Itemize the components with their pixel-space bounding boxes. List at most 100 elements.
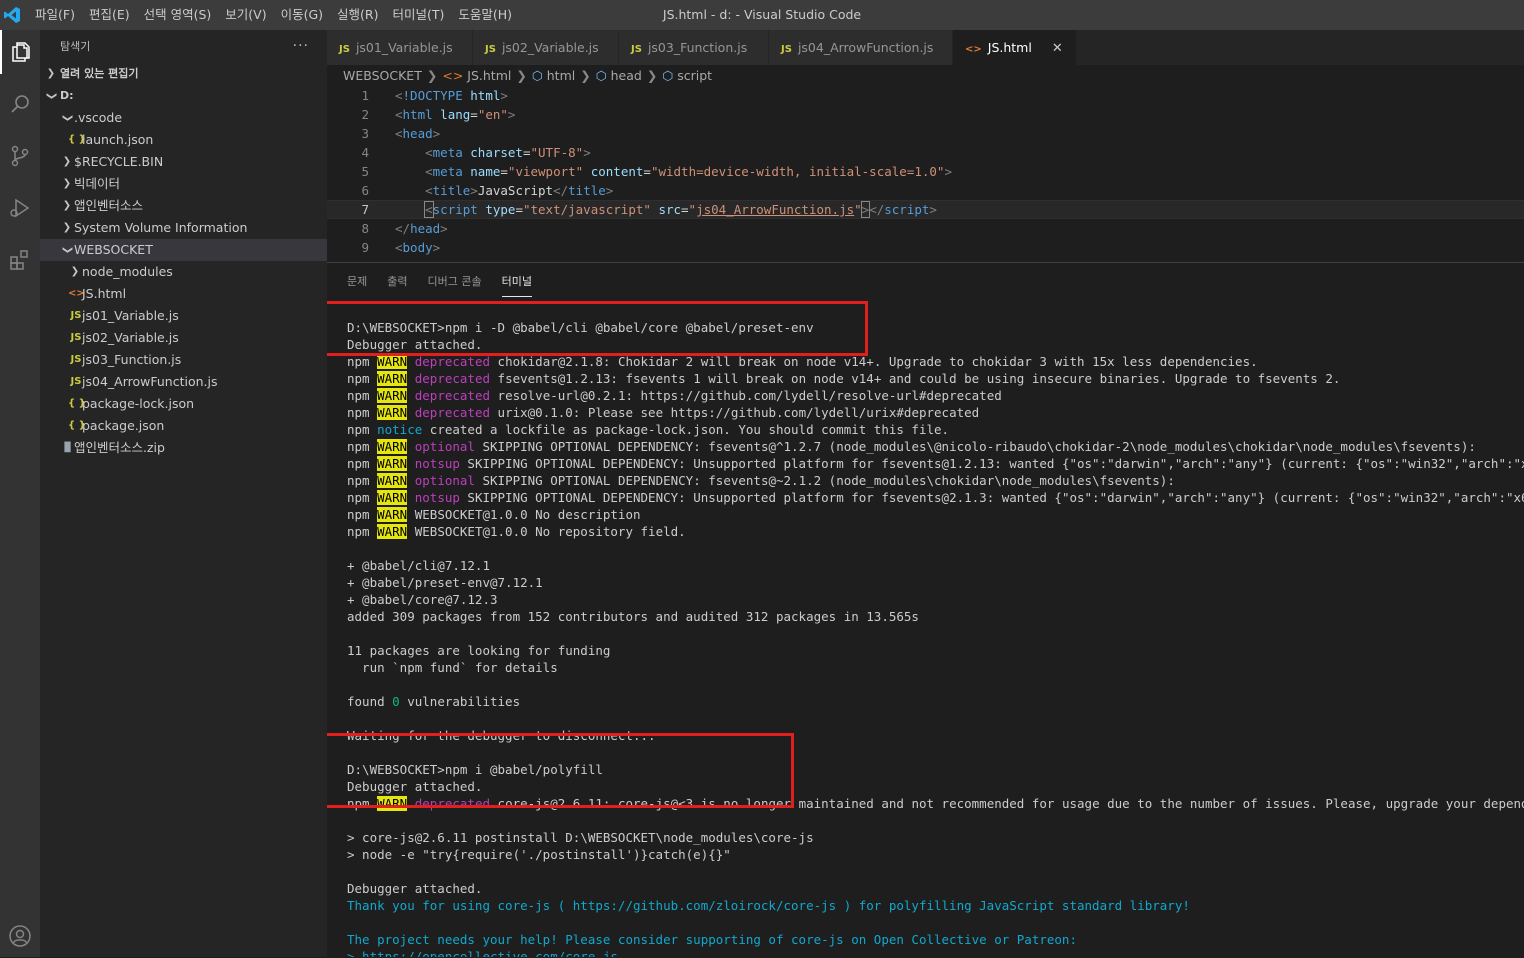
breadcrumb-item[interactable]: WEBSOCKET [343, 68, 422, 83]
tab-terminal[interactable]: 터미널 [501, 269, 532, 297]
html-file-icon: <> [965, 44, 982, 55]
terminal-line: npm notice created a lockfile as package… [347, 422, 950, 437]
menu-view[interactable]: 보기(V) [218, 0, 273, 30]
tab-js02[interactable]: JS js02_Variable.js [473, 30, 619, 65]
menu-terminal[interactable]: 터미널(T) [386, 0, 452, 30]
element-icon: ⬡ [662, 68, 674, 83]
tree-item-label: launch.json [82, 132, 154, 147]
line-number: 6 [361, 183, 369, 198]
open-editors-section[interactable]: ❯ 열려 있는 편집기 [40, 63, 327, 85]
extensions-icon[interactable] [0, 238, 40, 282]
chevron-right-icon: ❯ [646, 68, 658, 83]
tree-item-label: 앱인벤터소스.zip [74, 440, 165, 455]
run-debug-icon[interactable] [0, 186, 40, 230]
tree-item[interactable]: ❯ WEBSOCKET [40, 239, 327, 261]
code-line: <meta charset="UTF-8"> [425, 145, 591, 160]
menu-file[interactable]: 파일(F) [28, 0, 82, 30]
tree-item[interactable]: { } package-lock.json [40, 393, 327, 415]
menu-selection[interactable]: 선택 영역(S) [137, 0, 219, 30]
tab-js03[interactable]: JS js03_Function.js [619, 30, 769, 65]
panel-tabs: 문제 출력 디버그 콘솔 터미널 [347, 269, 552, 297]
tab-label: JS.html [987, 40, 1032, 55]
line-number: 7 [361, 202, 369, 217]
tree-item-label: package.json [82, 418, 165, 433]
tree-item-label: node_modules [82, 264, 173, 279]
tree-item[interactable]: JS js04_ArrowFunction.js [40, 371, 327, 393]
tab-problems[interactable]: 문제 [347, 269, 367, 297]
menu-go[interactable]: 이동(G) [274, 0, 330, 30]
js-file-icon: JS [781, 44, 792, 55]
terminal-line: npm WARN optional SKIPPING OPTIONAL DEPE… [347, 439, 1476, 454]
bottom-panel: 문제 출력 디버그 콘솔 터미널 D:\WEBSOCKET>npm i -D @… [327, 262, 1524, 957]
tree-item[interactable]: <> JS.html [40, 283, 327, 305]
tree-item[interactable]: ❯ 앱인벤터소스 [40, 195, 327, 217]
code-editor[interactable]: 1 2 3 4 5 6 7 8 9 <!DOCTYPE html> <html … [327, 87, 1524, 259]
breadcrumb-item[interactable]: script [677, 68, 712, 83]
breadcrumb-item[interactable]: JS.html [467, 68, 511, 83]
tree-item[interactable]: ❯ .vscode [40, 107, 327, 129]
editor-tabs: JS js01_Variable.js JS js02_Variable.js JS… [327, 30, 1524, 65]
explorer-header: 탐색기 ··· [40, 30, 327, 63]
tab-label: js03_Function.js [647, 40, 748, 55]
tree-item-label: JS.html [82, 286, 127, 301]
tree-item[interactable]: JS js02_Variable.js [40, 327, 327, 349]
root-folder-section[interactable]: ❯ D: [40, 85, 327, 107]
terminal-line: npm WARN notsup SKIPPING OPTIONAL DEPEND… [347, 456, 1524, 471]
account-icon[interactable] [0, 914, 40, 958]
chevron-right-icon: ❯ [62, 178, 72, 189]
tree-item[interactable]: ❯ $RECYCLE.BIN [40, 151, 327, 173]
tree-item[interactable]: ❯ node_modules [40, 261, 327, 283]
tree-item-label: 빅데이터 [74, 176, 121, 191]
tree-item[interactable]: ❯ System Volume Information [40, 217, 327, 239]
element-icon: ⬡ [531, 68, 543, 83]
element-icon: ⬡ [595, 68, 607, 83]
tab-js-html[interactable]: <> JS.html ✕ [953, 30, 1077, 65]
html-file-icon: <> [442, 68, 464, 83]
breadcrumb-item[interactable]: html [547, 68, 575, 83]
terminal-line: > core-js@2.6.11 postinstall D:\WEBSOCKE… [347, 830, 814, 845]
tree-item[interactable]: ▉ 앱인벤터소스.zip [40, 437, 327, 459]
tab-output[interactable]: 출력 [387, 269, 407, 297]
tree-item[interactable]: { } launch.json [40, 129, 327, 151]
tree-item[interactable]: ❯ 빅데이터 [40, 173, 327, 195]
tab-label: js02_Variable.js [501, 40, 599, 55]
close-icon[interactable]: ✕ [1052, 41, 1063, 56]
menu-help[interactable]: 도움말(H) [451, 0, 519, 30]
code-line: <body> [395, 240, 441, 255]
terminal-line: added 309 packages from 152 contributors… [347, 609, 919, 624]
file-tree: ❯ .vscode{ } launch.json ❯ $RECYCLE.BIN ❯ 빅데이터… [40, 107, 327, 459]
tree-item-label: $RECYCLE.BIN [74, 154, 164, 169]
tree-item[interactable]: JS js01_Variable.js [40, 305, 327, 327]
menu-run[interactable]: 실행(R) [330, 0, 385, 30]
line-number: 1 [361, 88, 369, 103]
tab-js01[interactable]: JS js01_Variable.js [327, 30, 473, 65]
chevron-right-icon: ❯ [70, 266, 80, 277]
code-line: <html lang="en"> [395, 107, 516, 122]
chevron-right-icon: ❯ [62, 156, 72, 167]
terminal-output[interactable]: D:\WEBSOCKET>npm i -D @babel/cli @babel/… [347, 319, 1524, 957]
source-control-icon[interactable] [0, 134, 40, 178]
tree-item[interactable]: { } package.json [40, 415, 327, 437]
tab-debug-console[interactable]: 디버그 콘솔 [428, 269, 482, 297]
more-actions-icon[interactable]: ··· [293, 30, 309, 63]
vscode-logo-icon [4, 7, 20, 23]
js-file-icon: JS [485, 44, 496, 55]
tree-item-label: .vscode [74, 110, 123, 125]
js-file-icon: JS [339, 44, 350, 55]
tree-item[interactable]: JS js03_Function.js [40, 349, 327, 371]
menu-edit[interactable]: 편집(E) [82, 0, 137, 30]
open-editors-label: 열려 있는 편집기 [60, 67, 139, 80]
breadcrumb-item[interactable]: head [611, 68, 642, 83]
code-line: <title>JavaScript</title> [425, 183, 614, 198]
tree-item-label: js03_Function.js [82, 352, 182, 367]
tab-js04[interactable]: JS js04_ArrowFunction.js [769, 30, 953, 65]
line-number: 8 [361, 221, 369, 236]
explorer-icon[interactable] [0, 30, 40, 74]
tree-item-label: js02_Variable.js [82, 330, 179, 345]
search-icon[interactable] [0, 82, 40, 126]
highlight-box [327, 301, 868, 356]
chevron-right-icon: ❯ [580, 68, 591, 83]
